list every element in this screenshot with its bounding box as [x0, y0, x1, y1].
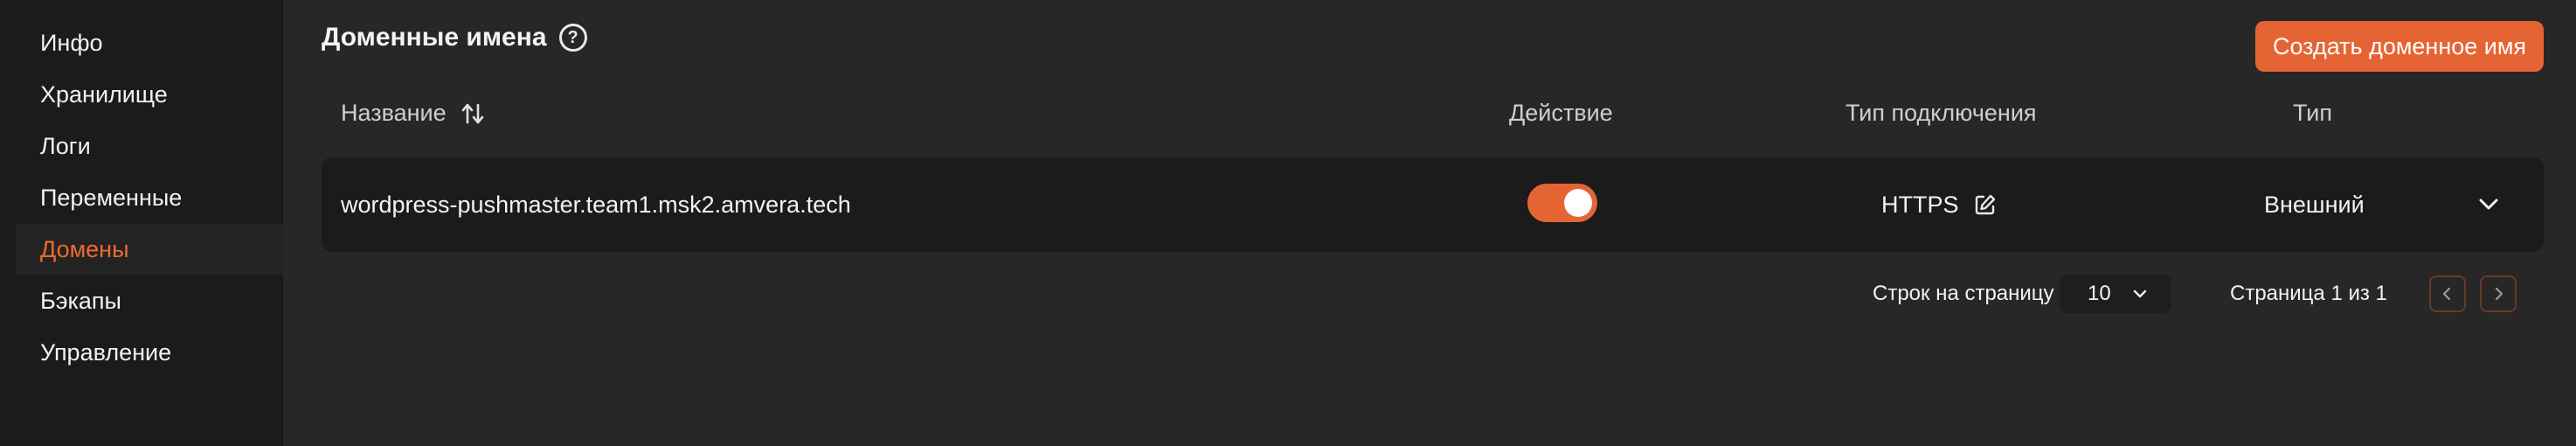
column-header-label: Действие [1509, 100, 1613, 126]
next-page-button[interactable] [2480, 275, 2517, 312]
column-header-label: Тип подключения [1845, 100, 2037, 126]
connection-type: HTTPS [1881, 191, 1959, 218]
type-cell: Внешний [2264, 157, 2365, 252]
app-root: Инфо Хранилище Логи Переменные Домены Бэ… [0, 0, 2576, 446]
edit-icon[interactable] [1973, 192, 1998, 217]
page-title-text: Доменные имена [322, 23, 547, 52]
sidebar-item-domains[interactable]: Домены [16, 224, 283, 275]
help-icon[interactable]: ? [558, 24, 587, 52]
connection-type-cell: HTTPS [1881, 157, 1998, 252]
sidebar-item-management[interactable]: Управление [16, 327, 283, 378]
rows-per-page-value: 10 [2088, 282, 2111, 305]
column-header-label: Тип [2293, 100, 2333, 126]
sidebar: Инфо Хранилище Логи Переменные Домены Бэ… [0, 0, 283, 446]
chevron-down-icon [2133, 289, 2146, 298]
prev-page-button[interactable] [2429, 275, 2466, 312]
toggle-knob [1564, 189, 1592, 217]
sidebar-item-logs[interactable]: Логи [16, 121, 283, 171]
rows-per-page-select[interactable]: 10 [2060, 275, 2171, 313]
sidebar-item-label: Домены [40, 235, 129, 262]
column-header-label: Название [341, 100, 447, 126]
chevron-down-icon[interactable] [2473, 189, 2504, 220]
create-domain-button[interactable]: Создать доменное имя [2255, 21, 2544, 72]
sidebar-item-label: Логи [40, 132, 91, 159]
column-header-type: Тип [2293, 100, 2332, 127]
sidebar-item-label: Инфо [40, 29, 103, 56]
sidebar-item-label: Управление [40, 338, 172, 366]
sidebar-item-info[interactable]: Инфо [16, 17, 283, 68]
table-row: wordpress-pushmaster.team1.msk2.amvera.t… [322, 157, 2544, 252]
sidebar-item-label: Хранилище [40, 80, 168, 108]
chevron-right-icon [2495, 287, 2503, 301]
sidebar-item-label: Переменные [40, 184, 183, 211]
column-header-action: Действие [1509, 100, 1613, 127]
column-header-connection-type: Тип подключения [1845, 100, 2037, 127]
chevron-left-icon [2442, 287, 2451, 301]
page-indicator: Страница 1 из 1 [2230, 282, 2387, 305]
page-title: Доменные имена ? [322, 23, 587, 52]
sort-icon[interactable] [460, 101, 485, 126]
domain-type: Внешний [2264, 191, 2365, 218]
domain-name-cell: wordpress-pushmaster.team1.msk2.amvera.t… [341, 157, 851, 252]
rows-per-page-label: Строк на страницу [1873, 282, 2054, 305]
sidebar-item-backups[interactable]: Бэкапы [16, 275, 283, 326]
domain-enabled-toggle[interactable] [1527, 184, 1597, 222]
sidebar-item-variables[interactable]: Переменные [16, 172, 283, 223]
domain-name: wordpress-pushmaster.team1.msk2.amvera.t… [341, 191, 851, 218]
sidebar-item-label: Бэкапы [40, 287, 121, 314]
column-header-name[interactable]: Название [341, 100, 485, 127]
sidebar-item-storage[interactable]: Хранилище [16, 69, 283, 120]
